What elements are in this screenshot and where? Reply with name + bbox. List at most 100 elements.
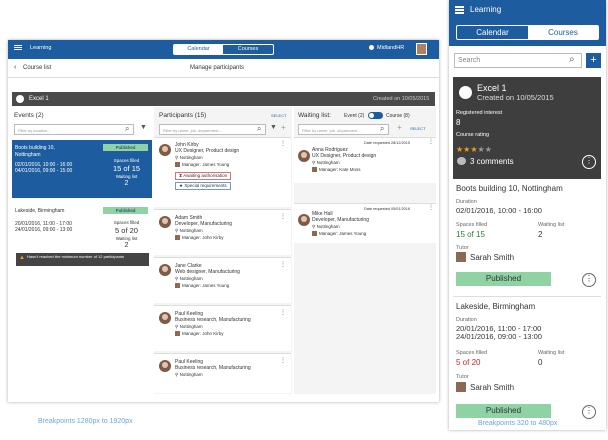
- waiting-toggle[interactable]: [368, 112, 383, 119]
- more-button[interactable]: ⋮: [582, 273, 596, 287]
- hourglass-icon: ⧗: [179, 173, 183, 178]
- events-search-input[interactable]: Filter by location...: [14, 124, 134, 135]
- avatar: [159, 216, 171, 228]
- waiting-card[interactable]: Date requested 28/12/2015 ⋮ Anna Rodrigu…: [294, 137, 436, 183]
- participant-role: Developer, Manufacturing: [175, 221, 232, 227]
- rating-stars: ★★★★★: [456, 139, 492, 157]
- event-card[interactable]: Lakeside, Birmingham 20/01/2016, 11:00 -…: [12, 202, 152, 274]
- status-badge: Published: [456, 404, 551, 418]
- user-name[interactable]: MidlandHR: [377, 45, 404, 51]
- course-icon: [459, 86, 472, 99]
- filter-icon[interactable]: ▼: [270, 124, 277, 131]
- more-button[interactable]: ⋮: [582, 155, 596, 169]
- select-button[interactable]: SELECT: [271, 113, 287, 118]
- event-card[interactable]: Lakeside, Birmingham Duration 20/01/2016…: [453, 298, 601, 430]
- search-placeholder: Search: [458, 57, 481, 64]
- more-icon[interactable]: ⋮: [280, 262, 286, 268]
- view-switch: Calendar Courses: [173, 44, 274, 55]
- participant-card[interactable]: John Kirby UX Designer, Product design ⚲…: [154, 137, 291, 207]
- participant-role: UX Designer, Product design: [175, 148, 240, 154]
- more-icon[interactable]: ⋮: [280, 310, 286, 316]
- event-date: 24/01/2016, 09:00 - 13:00: [15, 227, 73, 233]
- location-text: Nottingham: [179, 276, 203, 281]
- mobile-window: Learning Calendar Courses Search ⌕ + Exc…: [449, 0, 606, 430]
- event-location: Boots building 10, Nottingham: [15, 145, 55, 158]
- participants-search-input[interactable]: Filter by name, job, department...: [159, 124, 266, 135]
- waiting-location: ⚲ Nottingham: [312, 160, 340, 166]
- participant-card[interactable]: Paul Keeling Business research, Manufact…: [154, 305, 291, 351]
- search-icon[interactable]: ⌕: [257, 124, 261, 134]
- participant-manager: Manager: John Kirby: [175, 331, 224, 337]
- participant-card[interactable]: Jane Clarke Web designer, Manufacturing …: [154, 257, 291, 303]
- more-icon[interactable]: ⋮: [280, 214, 286, 220]
- select-button[interactable]: SELECT: [410, 126, 426, 131]
- manager-icon: [175, 235, 180, 241]
- participants-column: Participants (15) SELECT Filter by name,…: [154, 107, 292, 394]
- user-avatar[interactable]: [416, 43, 427, 55]
- tab-courses[interactable]: Courses: [528, 26, 598, 39]
- toggle-knob: [369, 113, 374, 118]
- manager-text: Manager: James Young: [182, 162, 230, 167]
- more-icon[interactable]: ⋮: [428, 139, 434, 145]
- interest-value: 8: [456, 118, 461, 127]
- star-filled-icon: ★: [470, 145, 478, 154]
- search-icon[interactable]: ⌕: [380, 124, 384, 134]
- participant-location: ⚲ Nottingham: [175, 324, 203, 330]
- comment-icon: [457, 157, 466, 165]
- view-switch: Calendar Courses: [456, 25, 599, 40]
- manager-text: Manager: James Young: [182, 283, 230, 288]
- more-icon[interactable]: ⋮: [280, 141, 286, 147]
- star-empty-icon: ★: [477, 145, 485, 154]
- filter-icon[interactable]: ▼: [140, 124, 147, 131]
- spaces-label: Spaces filled: [456, 350, 488, 356]
- event-location: Boots building 10, Nottingham: [456, 184, 563, 193]
- waiting-manager: Manager: Kate Moss: [312, 167, 361, 173]
- waiting-search-input[interactable]: Filter by name, job, department...: [298, 124, 389, 135]
- tab-courses[interactable]: Courses: [223, 45, 273, 54]
- mobile-tab-bar: Calendar Courses: [449, 19, 606, 46]
- search-icon[interactable]: ⌕: [569, 54, 575, 65]
- waiting-manager: Manager: James Young: [312, 231, 366, 237]
- search-icon[interactable]: ⌕: [125, 124, 129, 134]
- more-icon[interactable]: ⋮: [280, 358, 286, 364]
- org-icon: [369, 45, 374, 50]
- comments-link[interactable]: 3 comments: [470, 157, 514, 166]
- more-icon[interactable]: ⋮: [428, 205, 434, 211]
- duration-value: 24/01/2016, 09:00 - 13:00: [456, 332, 542, 341]
- back-link[interactable]: Course list: [23, 65, 51, 71]
- more-button[interactable]: ⋮: [582, 405, 596, 419]
- waiting-card[interactable]: Date requested 05/01/2016 ⋮ Mike Hall De…: [294, 203, 436, 243]
- chevron-left-icon[interactable]: ‹: [14, 64, 16, 71]
- waiting-label: Waiting list: [538, 350, 565, 356]
- manager-icon: [312, 167, 317, 173]
- course-header: Excel 1 Created on 10/05/2015: [12, 92, 435, 106]
- course-card[interactable]: Excel 1 Created on 10/05/2015 Registered…: [453, 77, 601, 179]
- add-button[interactable]: +: [586, 53, 601, 68]
- tab-calendar[interactable]: Calendar: [457, 26, 528, 39]
- tab-calendar[interactable]: Calendar: [174, 45, 223, 54]
- participant-location: ⚲ Nottingham: [175, 155, 203, 161]
- hamburger-icon[interactable]: [455, 6, 464, 8]
- toggle-right-label: Course (8): [386, 113, 410, 119]
- tag-awaiting: ⧗ Awaiting authorisation: [175, 172, 232, 180]
- participant-card[interactable]: Adam Smith Developer, Manufacturing ⚲ No…: [154, 209, 291, 255]
- participant-manager: Manager: James Young: [175, 283, 229, 289]
- location-text: Nottingham: [179, 324, 203, 329]
- event-card-selected[interactable]: Boots building 10, Nottingham 02/01/2016…: [12, 140, 152, 198]
- pin-icon: ⚲: [175, 228, 179, 233]
- avatar: [159, 144, 171, 156]
- hamburger-icon[interactable]: [14, 45, 22, 46]
- participant-card[interactable]: Paul Keeling Business research, Manufact…: [154, 353, 291, 393]
- sub-nav: ‹ Course list Manage participants: [8, 59, 439, 78]
- events-title: Events (2): [14, 112, 44, 119]
- waiting-value: 2: [124, 242, 129, 249]
- event-card[interactable]: Boots building 10, Nottingham Duration 0…: [453, 180, 601, 297]
- search-input[interactable]: Search: [454, 53, 582, 68]
- participant-location: ⚲ Nottingham: [175, 372, 203, 378]
- add-icon[interactable]: +: [281, 123, 286, 132]
- add-icon[interactable]: +: [397, 123, 402, 132]
- interest-label: Registered interest: [456, 110, 503, 116]
- waiting-value: 2: [124, 180, 129, 187]
- duration-label: Duration: [456, 199, 477, 205]
- pin-icon: ⚲: [175, 372, 179, 377]
